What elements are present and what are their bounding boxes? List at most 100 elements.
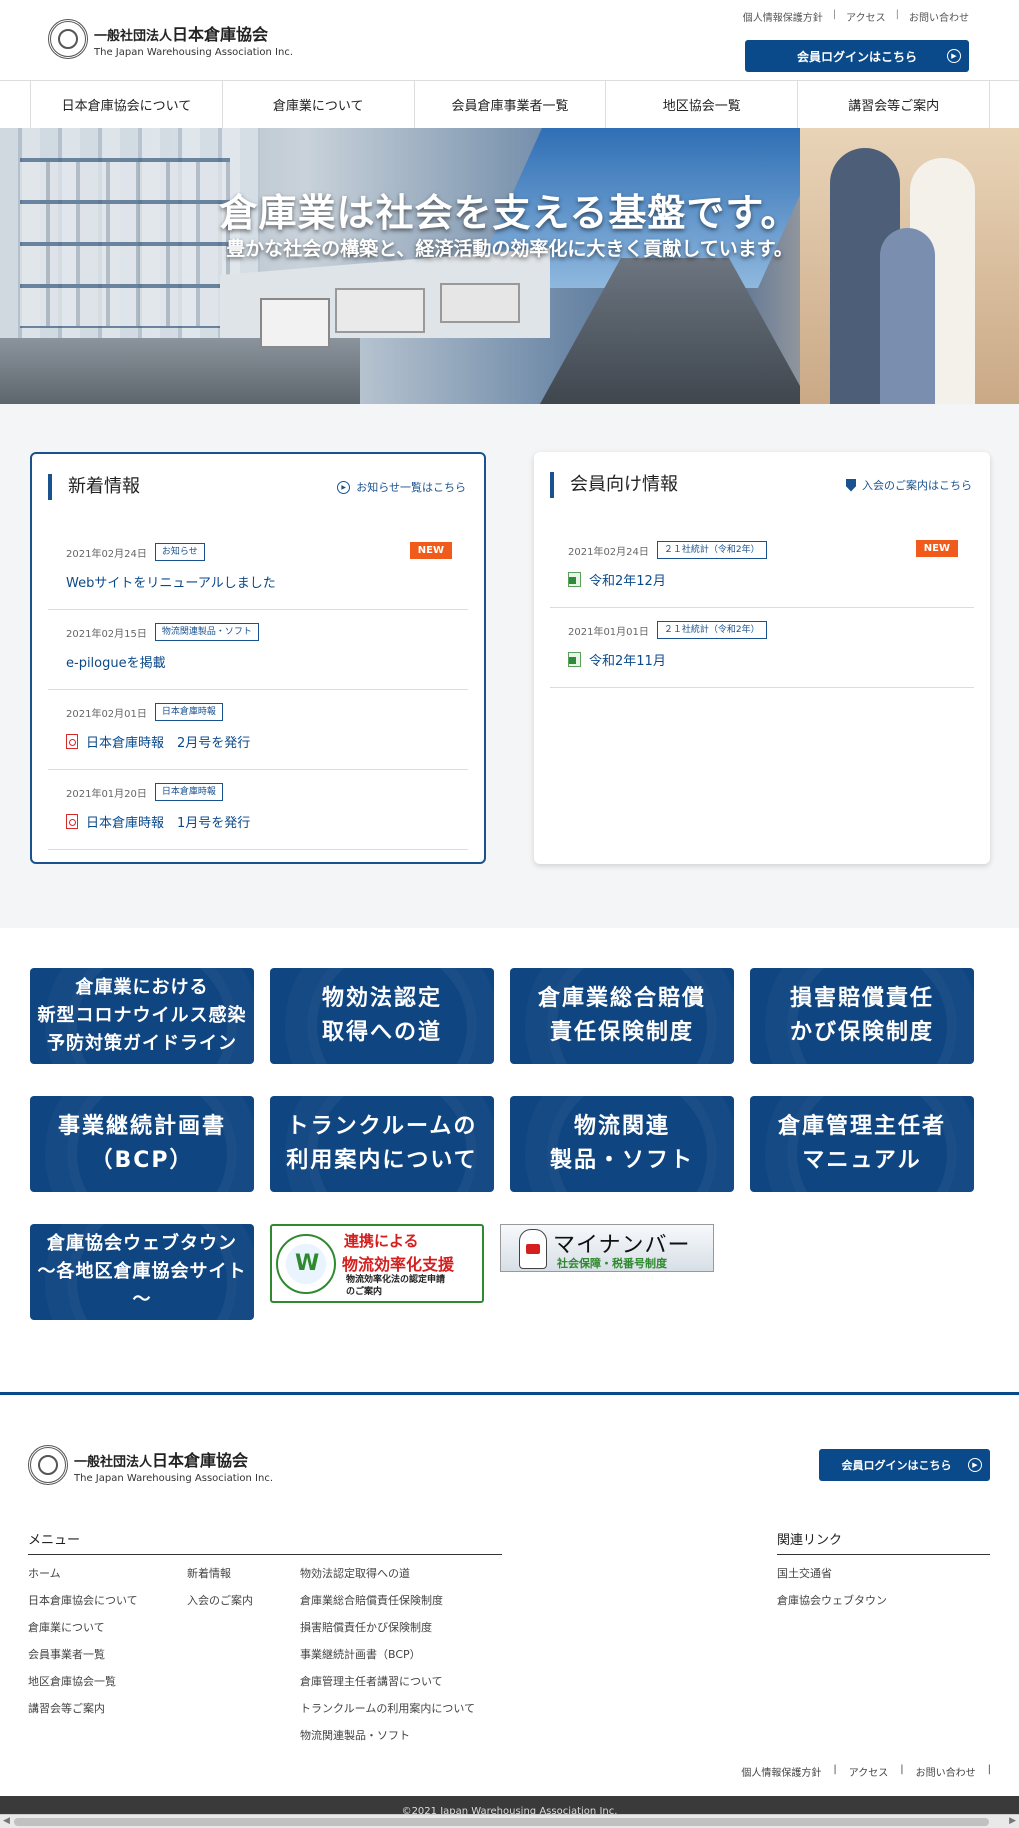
banner-line: 物流効率化法の認定申請 のご案内: [346, 1275, 446, 1297]
banner-line: 物流効率化支援: [342, 1255, 455, 1274]
news-item-title[interactable]: Webサイトをリニューアルしました: [66, 572, 276, 591]
privacy-link[interactable]: 個人情報保護方針: [741, 1764, 821, 1779]
footer-link[interactable]: 入会のご案内: [187, 1594, 253, 1607]
logo-prefix: 一般社団法人: [74, 1454, 153, 1470]
footer-link[interactable]: 国土交通省: [777, 1567, 832, 1580]
access-link[interactable]: アクセス: [849, 1764, 889, 1779]
footer-link[interactable]: 倉庫業総合賠償責任保険制度: [300, 1594, 443, 1607]
site-logo[interactable]: 一般社団法人日本倉庫協会 The Japan Warehousing Assoc…: [48, 19, 293, 59]
banner-label: 物流関連 製品・ソフト: [549, 1113, 694, 1173]
member-item[interactable]: 2021年01月01日 ２１社統計（令和2年） 令和2年11月: [550, 608, 974, 688]
logistics-act-certification-banner[interactable]: 物効法認定 取得への道: [270, 968, 494, 1064]
separator: |: [895, 9, 899, 20]
membership-guide-link[interactable]: 入会のご案内はこちら: [846, 477, 972, 493]
footer-link[interactable]: 講習会等ご案内: [28, 1702, 105, 1715]
pdf-icon: [66, 814, 78, 829]
banner-line: 社会保障・税番号制度: [557, 1257, 667, 1270]
trunk-room-banner[interactable]: トランクルームの 利用案内について: [270, 1096, 494, 1192]
covid-guideline-banner[interactable]: 倉庫業における 新型コロナウイルス感染 予防対策ガイドライン: [30, 968, 254, 1064]
liability-insurance-banner[interactable]: 倉庫業総合賠償 責任保険制度: [510, 968, 734, 1064]
access-link[interactable]: アクセス: [846, 9, 886, 24]
horizontal-scrollbar[interactable]: ◀ ▶: [0, 1814, 1019, 1828]
separator: |: [833, 1764, 837, 1775]
news-item[interactable]: 2021年02月15日 物流関連製品・ソフト e-pilogueを掲載: [48, 610, 468, 690]
webtown-banner[interactable]: 倉庫協会ウェブタウン ～各地区倉庫協会サイト～: [30, 1224, 254, 1320]
scroll-left-icon[interactable]: ◀: [3, 1816, 10, 1826]
footer-link[interactable]: 倉庫業について: [28, 1621, 105, 1634]
news-item[interactable]: 2021年02月01日 日本倉庫時報 日本倉庫時報 2月号を発行: [48, 690, 468, 770]
footer-link[interactable]: ホーム: [28, 1567, 61, 1580]
footer-link[interactable]: トランクルームの利用案内について: [300, 1702, 475, 1715]
logo-name: 日本倉庫協会: [152, 1450, 249, 1470]
scroll-right-icon[interactable]: ▶: [1009, 1816, 1016, 1826]
separator: |: [987, 1764, 991, 1775]
member-login-button[interactable]: 会員ログインはこちら ▶: [745, 40, 969, 72]
mold-insurance-banner[interactable]: 損害賠償責任 かび保険制度: [750, 968, 974, 1064]
nav-item-member-list[interactable]: 会員倉庫事業者一覧: [413, 81, 606, 128]
footer-utility-links: 個人情報保護方針 | アクセス | お問い合わせ |: [741, 1764, 991, 1779]
logo-name: 日本倉庫協会: [172, 24, 269, 44]
certification-mark-icon: [276, 1234, 336, 1294]
hero-title: 倉庫業は社会を支える基盤です。: [219, 191, 800, 235]
arrow-circle-icon: ▶: [968, 1458, 982, 1472]
nav-item-about-warehousing[interactable]: 倉庫業について: [221, 81, 414, 128]
banner-label: 倉庫協会ウェブタウン ～各地区倉庫協会サイト～: [37, 1233, 247, 1310]
separator: |: [900, 1764, 904, 1775]
warehouse-manager-manual-banner[interactable]: 倉庫管理主任者 マニュアル: [750, 1096, 974, 1192]
banner-label: 倉庫業総合賠償 責任保険制度: [537, 985, 706, 1045]
banner-label: トランクルームの 利用案内について: [286, 1113, 478, 1173]
nav-item-seminars[interactable]: 講習会等ご案内: [797, 81, 990, 128]
logistics-products-banner[interactable]: 物流関連 製品・ソフト: [510, 1096, 734, 1192]
footer-link[interactable]: 損害賠償責任かび保険制度: [300, 1621, 432, 1634]
membership-guide-label: 入会のご案内はこちら: [862, 479, 972, 492]
footer-link[interactable]: 事業継続計画書（BCP）: [300, 1648, 421, 1661]
privacy-link[interactable]: 個人情報保護方針: [743, 9, 823, 24]
banner-label: 損害賠償責任 かび保険制度: [789, 985, 934, 1045]
footer-link[interactable]: 倉庫協会ウェブタウン: [777, 1594, 887, 1607]
footer-related-links: 国土交通省 倉庫協会ウェブタウン: [777, 1565, 887, 1619]
news-list-link[interactable]: ▶ お知らせ一覧はこちら: [337, 479, 466, 495]
footer-login-button[interactable]: 会員ログインはこちら ▶: [819, 1449, 990, 1481]
footer-link[interactable]: 会員事業者一覧: [28, 1648, 105, 1661]
footer-link[interactable]: 地区倉庫協会一覧: [28, 1675, 116, 1688]
news-date: 2021年01月20日: [66, 788, 147, 800]
bcp-banner[interactable]: 事業継続計画書 （BCP）: [30, 1096, 254, 1192]
member-item-title[interactable]: 令和2年12月: [589, 570, 666, 589]
nav-item-about-association[interactable]: 日本倉庫協会について: [30, 81, 222, 128]
footer-link[interactable]: 日本倉庫協会について: [28, 1594, 138, 1607]
site-header: 一般社団法人日本倉庫協会 The Japan Warehousing Assoc…: [0, 0, 1019, 80]
banner-label: 倉庫管理主任者 マニュアル: [777, 1113, 946, 1173]
logo-prefix: 一般社団法人: [94, 28, 173, 44]
arrow-circle-icon: ▶: [337, 480, 351, 494]
news-item-title[interactable]: 日本倉庫時報 1月号を発行: [86, 812, 250, 831]
arrow-circle-icon: ▶: [947, 49, 961, 63]
news-item[interactable]: 2021年01月20日 日本倉庫時報 日本倉庫時報 1月号を発行: [48, 770, 468, 850]
mascot-rabbit-icon: [519, 1229, 547, 1269]
hero-banner: 倉庫業は社会を支える基盤です。 豊かな社会の構築と、経済活動の効率化に大きく貢献…: [0, 128, 1019, 404]
news-list-link-label: お知らせ一覧はこちら: [356, 481, 466, 494]
contact-link[interactable]: お問い合わせ: [916, 1764, 976, 1779]
member-item-title[interactable]: 令和2年11月: [589, 650, 666, 669]
footer-logo[interactable]: 一般社団法人日本倉庫協会 The Japan Warehousing Assoc…: [28, 1445, 273, 1485]
news-date: 2021年02月24日: [66, 548, 147, 560]
utility-links: 個人情報保護方針 | アクセス | お問い合わせ: [743, 9, 969, 24]
member-info-card: 会員向け情報 入会のご案内はこちら 2021年02月24日 ２１社統計（令和2年）…: [534, 452, 990, 864]
footer-link[interactable]: 新着情報: [187, 1567, 231, 1580]
banner-line: 連携による: [344, 1232, 419, 1250]
footer-link[interactable]: 物流関連製品・ソフト: [300, 1729, 410, 1742]
news-item-title[interactable]: 日本倉庫時報 2月号を発行: [86, 732, 250, 751]
my-number-banner[interactable]: マイナンバー 社会保障・税番号制度: [500, 1224, 714, 1272]
news-item[interactable]: 2021年02月24日 お知らせ NEW Webサイトをリニューアルしました: [48, 530, 468, 610]
footer-link[interactable]: 物効法認定取得への道: [300, 1567, 410, 1580]
truck-image: [440, 283, 520, 323]
banner-label: 倉庫業における 新型コロナウイルス感染 予防対策ガイドライン: [37, 977, 247, 1054]
contact-link[interactable]: お問い合わせ: [909, 9, 969, 24]
scrollbar-thumb[interactable]: [14, 1818, 989, 1826]
news-date: 2021年02月01日: [66, 708, 147, 720]
logistics-efficiency-support-banner[interactable]: 連携による 物流効率化支援 物流効率化法の認定申請 のご案内: [270, 1224, 484, 1303]
footer-link[interactable]: 倉庫管理主任者講習について: [300, 1675, 443, 1688]
pdf-icon: [66, 734, 78, 749]
member-item[interactable]: 2021年02月24日 ２１社統計（令和2年） NEW 令和2年12月: [550, 528, 974, 608]
news-item-title[interactable]: e-pilogueを掲載: [66, 652, 166, 671]
nav-item-regional-associations[interactable]: 地区協会一覧: [605, 81, 797, 128]
